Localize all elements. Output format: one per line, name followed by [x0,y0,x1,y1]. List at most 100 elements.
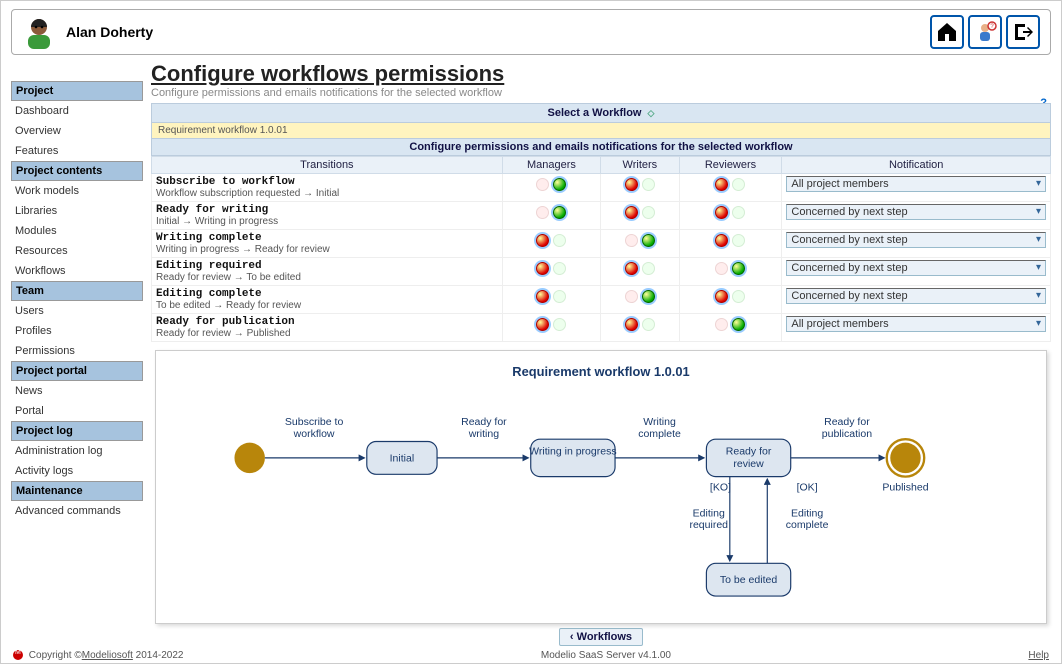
footer-help-link[interactable]: Help [1028,650,1049,661]
allow-dot-icon[interactable] [732,318,745,331]
table-caption: Configure permissions and emails notific… [151,138,1051,156]
writers-permission-toggle[interactable] [623,316,657,333]
deny-dot-icon[interactable] [536,262,549,275]
notification-select[interactable]: Concerned by next step [786,260,1046,276]
sidebar-item-portal[interactable]: Portal [11,401,143,421]
sidebar-item-work-models[interactable]: Work models [11,181,143,201]
reviewers-permission-toggle[interactable] [713,316,747,333]
allow-dot-icon[interactable] [553,262,566,275]
writers-permission-toggle[interactable] [623,232,657,249]
sidebar-item-modules[interactable]: Modules [11,221,143,241]
allow-dot-icon[interactable] [732,206,745,219]
deny-dot-icon[interactable] [625,178,638,191]
svg-text:complete: complete [638,428,681,440]
allow-dot-icon[interactable] [642,234,655,247]
deny-dot-icon[interactable] [625,206,638,219]
sidebar-item-users[interactable]: Users [11,301,143,321]
notification-cell: Concerned by next step [782,230,1051,258]
allow-dot-icon[interactable] [642,290,655,303]
managers-permission-toggle[interactable] [534,316,568,333]
deny-dot-icon[interactable] [536,318,549,331]
deny-dot-icon[interactable] [536,234,549,247]
deny-dot-icon[interactable] [715,178,728,191]
sidebar-header-maintenance[interactable]: Maintenance [11,481,143,501]
sidebar-item-news[interactable]: News [11,381,143,401]
deny-dot-icon[interactable] [625,262,638,275]
reviewers-permission-toggle[interactable] [713,176,747,193]
allow-dot-icon[interactable] [553,206,566,219]
sidebar-header-project-portal[interactable]: Project portal [11,361,143,381]
sidebar-header-project[interactable]: Project [11,81,143,101]
sidebar-item-resources[interactable]: Resources [11,241,143,261]
notification-select[interactable]: Concerned by next step [786,232,1046,248]
deny-dot-icon[interactable] [715,262,728,275]
sidebar-item-administration-log[interactable]: Administration log [11,441,143,461]
sidebar-header-project-contents[interactable]: Project contents [11,161,143,181]
sidebar-item-overview[interactable]: Overview [11,121,143,141]
writers-permission-toggle[interactable] [623,288,657,305]
workflow-selector-header[interactable]: Select a Workflow ◇ [151,103,1051,123]
managers-cell [502,286,600,314]
deny-dot-icon[interactable] [536,290,549,303]
table-row: Ready for writingInitial → Writing in pr… [152,202,1051,230]
sidebar-item-libraries[interactable]: Libraries [11,201,143,221]
notification-select[interactable]: All project members [786,176,1046,192]
svg-text:To be edited: To be edited [720,574,777,586]
reviewers-permission-toggle[interactable] [713,204,747,221]
managers-permission-toggle[interactable] [534,260,568,277]
reviewers-permission-toggle[interactable] [713,288,747,305]
deny-dot-icon[interactable] [536,178,549,191]
allow-dot-icon[interactable] [642,178,655,191]
allow-dot-icon[interactable] [642,318,655,331]
managers-permission-toggle[interactable] [534,176,568,193]
notification-select[interactable]: All project members [786,316,1046,332]
transition-name: Subscribe to workflow [156,176,498,188]
sidebar-item-workflows[interactable]: Workflows [11,261,143,281]
allow-dot-icon[interactable] [553,318,566,331]
reviewers-permission-toggle[interactable] [713,260,747,277]
sidebar-item-permissions[interactable]: Permissions [11,341,143,361]
notification-select[interactable]: Concerned by next step [786,288,1046,304]
transition-cell: Ready for writingInitial → Writing in pr… [152,202,503,230]
support-button[interactable]: ? [968,15,1002,49]
writers-permission-toggle[interactable] [623,204,657,221]
deny-dot-icon[interactable] [715,318,728,331]
sidebar-item-dashboard[interactable]: Dashboard [11,101,143,121]
footer-company-link[interactable]: Modeliosoft [82,650,133,661]
deny-dot-icon[interactable] [715,206,728,219]
allow-dot-icon[interactable] [732,178,745,191]
sidebar-item-profiles[interactable]: Profiles [11,321,143,341]
sidebar-header-team[interactable]: Team [11,281,143,301]
reviewers-permission-toggle[interactable] [713,232,747,249]
allow-dot-icon[interactable] [553,290,566,303]
deny-dot-icon[interactable] [715,234,728,247]
notification-cell: All project members [782,314,1051,342]
selected-workflow[interactable]: Requirement workflow 1.0.01 [151,123,1051,138]
allow-dot-icon[interactable] [553,234,566,247]
logout-button[interactable] [1006,15,1040,49]
allow-dot-icon[interactable] [642,206,655,219]
sidebar-item-activity-logs[interactable]: Activity logs [11,461,143,481]
sidebar-item-advanced-commands[interactable]: Advanced commands [11,501,143,521]
managers-permission-toggle[interactable] [534,204,568,221]
deny-dot-icon[interactable] [625,290,638,303]
home-button[interactable] [930,15,964,49]
allow-dot-icon[interactable] [553,178,566,191]
deny-dot-icon[interactable] [625,234,638,247]
deny-dot-icon[interactable] [625,318,638,331]
deny-dot-icon[interactable] [715,290,728,303]
allow-dot-icon[interactable] [642,262,655,275]
notification-cell: Concerned by next step [782,258,1051,286]
sidebar-header-project-log[interactable]: Project log [11,421,143,441]
managers-permission-toggle[interactable] [534,288,568,305]
sidebar-item-features[interactable]: Features [11,141,143,161]
back-to-workflows-button[interactable]: ‹ Workflows [559,628,643,646]
allow-dot-icon[interactable] [732,234,745,247]
allow-dot-icon[interactable] [732,262,745,275]
deny-dot-icon[interactable] [536,206,549,219]
writers-permission-toggle[interactable] [623,176,657,193]
allow-dot-icon[interactable] [732,290,745,303]
notification-select[interactable]: Concerned by next step [786,204,1046,220]
managers-permission-toggle[interactable] [534,232,568,249]
writers-permission-toggle[interactable] [623,260,657,277]
